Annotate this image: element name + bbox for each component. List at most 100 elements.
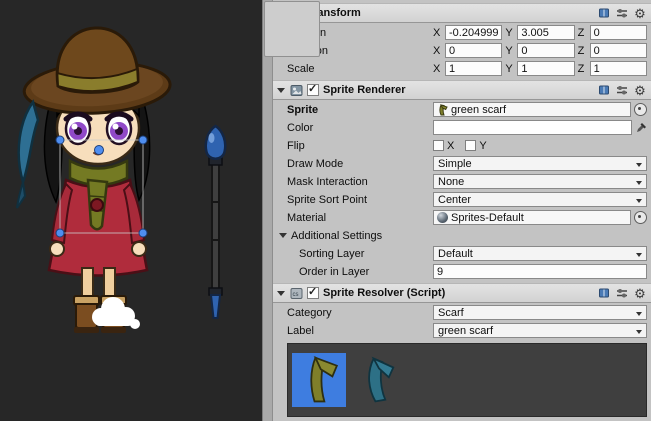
label-label: Label xyxy=(287,325,433,337)
presets-icon[interactable] xyxy=(615,286,629,300)
sprite-sort-point-row: Sprite Sort Point Center xyxy=(273,191,651,208)
presets-icon[interactable] xyxy=(615,6,629,20)
flip-y-label: Y xyxy=(479,140,486,152)
draw-mode-dropdown[interactable]: Simple xyxy=(433,156,647,171)
sprite-value: green scarf xyxy=(451,104,506,116)
material-object-field[interactable]: Sprites-Default xyxy=(433,210,631,225)
draw-mode-row: Draw Mode Simple xyxy=(273,155,651,172)
position-y-field[interactable] xyxy=(517,25,574,40)
z-axis-label: Z xyxy=(578,27,587,39)
object-picker-icon[interactable] xyxy=(634,211,647,224)
sprite-resolver-enabled-checkbox[interactable] xyxy=(307,287,319,299)
scale-x-field[interactable] xyxy=(445,61,502,76)
mask-interaction-dropdown[interactable]: None xyxy=(433,174,647,189)
flip-row: Flip X Y xyxy=(273,137,651,154)
help-icon[interactable] xyxy=(597,83,611,97)
inspector-panel: Transform ⚙ Position X Y Z Rotation xyxy=(273,0,651,421)
x-axis-label: X xyxy=(433,45,442,57)
unity-editor-window: Transform ⚙ Position X Y Z Rotation xyxy=(0,0,651,421)
scene-view[interactable] xyxy=(0,0,262,421)
z-axis-label: Z xyxy=(578,63,587,75)
eyedropper-icon[interactable] xyxy=(635,122,647,134)
order-in-layer-field[interactable] xyxy=(433,264,647,279)
order-in-layer-row: Order in Layer xyxy=(273,263,651,280)
sprite-sort-point-label: Sprite Sort Point xyxy=(287,194,433,206)
rotation-z-field[interactable] xyxy=(590,43,647,58)
sorting-layer-label: Sorting Layer xyxy=(287,248,433,260)
gear-icon[interactable]: ⚙ xyxy=(633,6,647,20)
y-axis-label: Y xyxy=(505,27,514,39)
sprite-sort-point-value: Center xyxy=(438,194,471,206)
category-row: Category Scarf xyxy=(273,304,651,321)
y-axis-label: Y xyxy=(505,63,514,75)
color-row: Color xyxy=(273,119,651,136)
material-label: Material xyxy=(287,212,433,224)
y-axis-label: Y xyxy=(505,45,514,57)
material-sphere-icon xyxy=(437,212,448,223)
sprite-resolver-title: Sprite Resolver (Script) xyxy=(323,287,445,299)
rotation-x-field[interactable] xyxy=(445,43,502,58)
sprite-renderer-title: Sprite Renderer xyxy=(323,84,406,96)
additional-settings-label: Additional Settings xyxy=(291,230,382,242)
sprite-thumb-teal-scarf[interactable] xyxy=(352,353,406,407)
transform-header[interactable]: Transform ⚙ xyxy=(273,3,651,23)
sprite-resolver-header[interactable]: cs Sprite Resolver (Script) ⚙ xyxy=(273,283,651,303)
sorting-layer-row: Sorting Layer Default xyxy=(273,245,651,262)
foldout-arrow-icon[interactable] xyxy=(277,88,285,93)
label-dropdown[interactable]: green scarf xyxy=(433,323,647,338)
position-z-field[interactable] xyxy=(590,25,647,40)
mask-interaction-label: Mask Interaction xyxy=(287,176,433,188)
color-swatch[interactable] xyxy=(433,120,632,135)
foldout-arrow-icon[interactable] xyxy=(277,291,285,296)
category-dropdown[interactable]: Scarf xyxy=(433,305,647,320)
position-x-field[interactable] xyxy=(445,25,502,40)
rotation-row: Rotation X Y Z xyxy=(273,42,651,59)
sprite-mini-icon xyxy=(437,104,448,116)
sprite-renderer-header[interactable]: Sprite Renderer ⚙ xyxy=(273,80,651,100)
draw-mode-value: Simple xyxy=(438,158,472,170)
x-axis-label: X xyxy=(433,63,442,75)
flip-x-checkbox[interactable] xyxy=(433,140,444,151)
sprite-row: Sprite green scarf xyxy=(273,101,651,118)
scale-z-field[interactable] xyxy=(590,61,647,76)
svg-text:cs: cs xyxy=(292,292,298,298)
scale-row: Scale X Y Z xyxy=(273,60,651,77)
gear-icon[interactable]: ⚙ xyxy=(633,286,647,300)
gear-icon[interactable]: ⚙ xyxy=(633,83,647,97)
sprite-renderer-icon xyxy=(289,83,303,97)
sprite-label: Sprite xyxy=(287,104,433,116)
category-value: Scarf xyxy=(438,307,464,319)
label-value: green scarf xyxy=(438,325,493,337)
rotation-y-field[interactable] xyxy=(517,43,574,58)
object-picker-icon[interactable] xyxy=(634,103,647,116)
inspector-scrollbar[interactable] xyxy=(262,0,273,421)
x-axis-label: X xyxy=(433,27,442,39)
green-scarf-thumbnail xyxy=(295,355,343,405)
mask-interaction-row: Mask Interaction None xyxy=(273,173,651,190)
material-row: Material Sprites-Default xyxy=(273,209,651,226)
sprite-object-field[interactable]: green scarf xyxy=(433,102,631,117)
teal-scarf-thumbnail xyxy=(355,355,403,405)
sprite-thumb-green-scarf[interactable] xyxy=(292,353,346,407)
material-value: Sprites-Default xyxy=(451,212,524,224)
help-icon[interactable] xyxy=(597,286,611,300)
foldout-arrow-icon[interactable] xyxy=(279,233,287,238)
presets-icon[interactable] xyxy=(615,83,629,97)
sorting-layer-value: Default xyxy=(438,248,473,260)
flip-label: Flip xyxy=(287,140,433,152)
sprite-variant-strip xyxy=(287,343,647,417)
scale-label: Scale xyxy=(287,63,433,75)
scale-y-field[interactable] xyxy=(517,61,574,76)
color-label: Color xyxy=(287,122,433,134)
sorting-layer-dropdown[interactable]: Default xyxy=(433,246,647,261)
flip-y-checkbox[interactable] xyxy=(465,140,476,151)
additional-settings-row[interactable]: Additional Settings xyxy=(273,227,651,244)
help-icon[interactable] xyxy=(597,6,611,20)
scene-canvas xyxy=(0,0,262,421)
scrollbar-thumb[interactable] xyxy=(264,1,320,57)
sprite-sort-point-dropdown[interactable]: Center xyxy=(433,192,647,207)
sprite-renderer-enabled-checkbox[interactable] xyxy=(307,84,319,96)
position-row: Position X Y Z xyxy=(273,24,651,41)
label-row: Label green scarf xyxy=(273,322,651,339)
draw-mode-label: Draw Mode xyxy=(287,158,433,170)
